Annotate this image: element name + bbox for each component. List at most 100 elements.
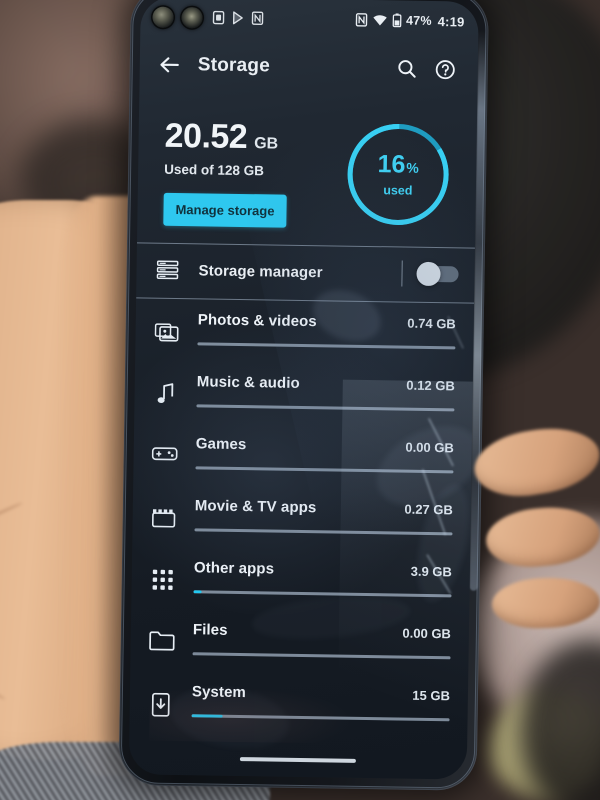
storage-category-name: Other apps — [193, 559, 275, 578]
back-button[interactable] — [150, 46, 189, 85]
list-icon — [136, 259, 198, 280]
donut-center-label: 16% used — [341, 118, 455, 232]
storage-category-name: Movie & TV apps — [194, 497, 317, 517]
play-store-icon — [231, 11, 244, 25]
storage-category-progress-bar — [191, 714, 450, 722]
phone-device: 47% 4:19 Storage 20.52 GB Used of 128 GB… — [118, 0, 490, 791]
wifi-icon — [372, 14, 387, 26]
storage-category-progress-bar — [196, 404, 455, 412]
storage-category-content: Other apps 3.9 GB — [193, 559, 471, 598]
storage-category-progress-bar — [193, 590, 452, 598]
battery-icon — [392, 13, 401, 28]
page-title: Storage — [197, 54, 271, 77]
storage-usage-donut: 16% used — [341, 118, 455, 232]
storage-category-content: Files 0.00 GB — [192, 621, 470, 660]
storage-category-progress-fill — [191, 714, 223, 718]
storage-summary: 20.52 GB Used of 128 GB Manage storage 1… — [137, 92, 477, 245]
storage-category-list: Photos & videos 0.74 GB Music & audio 0.12 … — [129, 298, 474, 737]
storage-category-row[interactable]: Files 0.00 GB — [130, 608, 469, 675]
storage-category-row[interactable]: Games 0.00 GB — [133, 422, 472, 489]
help-button[interactable] — [425, 50, 464, 89]
storage-category-content: Photos & videos 0.74 GB — [197, 311, 474, 350]
used-amount-unit: GB — [254, 135, 279, 153]
donut-caption: used — [383, 182, 413, 198]
storage-category-size: 0.00 GB — [405, 439, 454, 456]
storage-category-header: Movie & TV apps 0.27 GB — [195, 497, 453, 518]
photo-scene: 47% 4:19 Storage 20.52 GB Used of 128 GB… — [0, 0, 600, 800]
storage-category-header: Photos & videos 0.74 GB — [198, 311, 456, 332]
storage-category-progress-bar — [194, 528, 453, 536]
front-camera-lens-1 — [152, 6, 174, 28]
storage-category-header: Games 0.00 GB — [196, 435, 454, 456]
photos-icon — [135, 310, 197, 343]
games-icon — [134, 434, 196, 463]
palm-crease — [0, 501, 23, 562]
files-icon — [131, 620, 193, 651]
battery-percent: 47% — [405, 13, 432, 28]
used-amount-row: 20.52 GB — [164, 117, 343, 159]
back-arrow-icon — [159, 57, 179, 73]
storage-category-header: Files 0.00 GB — [193, 621, 451, 642]
movies-icon — [133, 496, 195, 529]
storage-category-progress-bar — [192, 652, 451, 660]
music-icon — [134, 372, 196, 405]
storage-category-header: Music & audio 0.12 GB — [197, 373, 455, 394]
storage-category-content: Games 0.00 GB — [195, 435, 472, 474]
status-bar: 47% 4:19 — [140, 0, 479, 42]
sim-card-icon — [212, 10, 225, 25]
storage-category-row[interactable]: Movie & TV apps 0.27 GB — [132, 484, 471, 551]
nfc-icon — [355, 13, 367, 27]
storage-category-content: Music & audio 0.12 GB — [196, 373, 473, 412]
used-amount: 20.52 — [164, 116, 248, 157]
row-separator — [401, 260, 403, 287]
system-icon — [130, 682, 193, 717]
notification-icons — [212, 10, 264, 26]
manage-storage-button[interactable]: Manage storage — [163, 192, 287, 228]
storage-category-header: Other apps 3.9 GB — [194, 559, 452, 580]
status-bar-right: 47% 4:19 — [355, 12, 465, 29]
status-bar-clock: 4:19 — [437, 13, 465, 29]
palm-crease — [0, 642, 6, 701]
donut-percent-sign: % — [406, 159, 419, 176]
storage-category-row[interactable]: System 15 GB — [129, 670, 468, 737]
donut-percent-row: 16% — [377, 149, 419, 179]
app-bar-spacer — [270, 66, 388, 68]
storage-category-progress-bar — [195, 466, 454, 474]
storage-summary-text: 20.52 GB Used of 128 GB Manage storage — [163, 113, 343, 229]
storage-category-name: Music & audio — [196, 373, 300, 392]
storage-category-progress-fill — [193, 590, 202, 594]
storage-manager-label: Storage manager — [198, 261, 323, 281]
storage-category-row[interactable]: Other apps 3.9 GB — [131, 546, 470, 613]
storage-category-size: 0.27 GB — [404, 501, 453, 518]
nfc-tag-icon — [251, 11, 264, 25]
used-of-total: Used of 128 GB — [164, 161, 265, 179]
storage-category-header: System 15 GB — [192, 683, 450, 704]
storage-category-progress-bar — [197, 342, 456, 350]
storage-category-size: 15 GB — [412, 687, 451, 704]
search-icon — [398, 60, 416, 78]
app-bar: Storage — [139, 36, 478, 97]
storage-category-name: Files — [192, 621, 228, 639]
punch-hole-camera — [152, 6, 203, 28]
storage-category-content: System 15 GB — [191, 683, 469, 722]
storage-category-size: 0.74 GB — [407, 315, 456, 332]
storage-category-row[interactable]: Photos & videos 0.74 GB — [135, 298, 474, 365]
help-icon — [435, 59, 455, 79]
storage-category-name: Games — [195, 435, 247, 454]
apps-icon — [132, 558, 194, 591]
storage-category-size: 3.9 GB — [410, 563, 452, 580]
phone-screen: 47% 4:19 Storage 20.52 GB Used of 128 GB… — [128, 0, 479, 780]
storage-category-content: Movie & TV apps 0.27 GB — [194, 497, 471, 536]
storage-category-name: Photos & videos — [197, 311, 317, 331]
navigation-bar — [129, 740, 467, 779]
search-button[interactable] — [387, 49, 426, 88]
toggle-knob — [416, 261, 441, 287]
storage-manager-toggle[interactable] — [416, 261, 459, 287]
storage-category-row[interactable]: Music & audio 0.12 GB — [134, 360, 473, 427]
home-gesture-pill[interactable] — [239, 757, 356, 763]
storage-manager-row[interactable]: Storage manager — [136, 243, 475, 300]
donut-percent-value: 16 — [377, 149, 406, 179]
storage-category-size: 0.00 GB — [402, 625, 452, 642]
status-bar-spacer — [264, 18, 356, 19]
front-camera-lens-2 — [181, 6, 203, 28]
